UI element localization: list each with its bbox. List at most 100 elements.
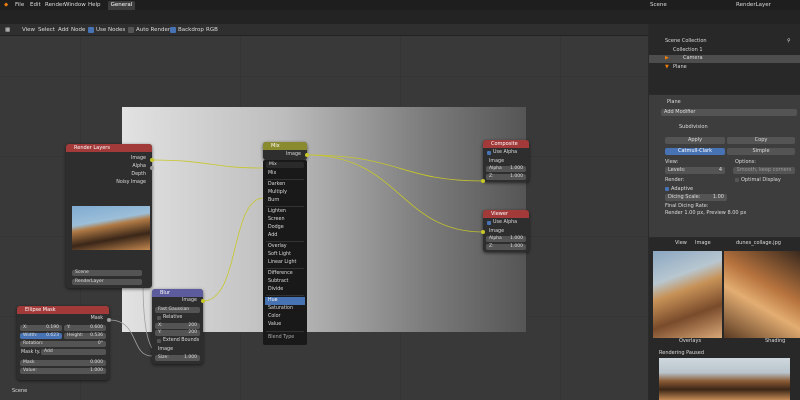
modifier-name[interactable]: Subdivision [679, 124, 708, 130]
simple-button[interactable]: Simple [727, 148, 795, 155]
ellipse-y-field[interactable]: Y: 0.600 [64, 325, 106, 331]
shading-button[interactable]: Shading [765, 338, 785, 344]
composite-input-image: Image [489, 159, 505, 164]
composite-header[interactable]: Composite [483, 140, 529, 148]
node-composite[interactable]: Composite Use Alpha Image Alpha 1.000 Z: 1… [483, 140, 529, 182]
blur-header[interactable]: Blur [152, 289, 203, 297]
optimal-display-checkbox[interactable] [735, 178, 739, 182]
camera-icon: ▶ [665, 55, 669, 61]
scene-field[interactable]: Scene [72, 270, 142, 276]
blend-item-hue[interactable]: Hue [268, 298, 278, 303]
blur-size-field[interactable]: Size: 1.000 [155, 355, 200, 361]
blend-item[interactable]: Divide [268, 287, 283, 292]
levels-field[interactable]: Levels: 4 [665, 167, 725, 174]
blend-item[interactable]: Lighten [268, 209, 286, 214]
blend-item[interactable]: Value [268, 322, 281, 327]
output-image: Image [130, 156, 146, 161]
blend-item[interactable]: Dodge [268, 225, 284, 230]
blur-input-image: Image [158, 347, 174, 352]
output-alpha: Alpha [132, 164, 146, 169]
ellipse-mask-header[interactable]: Ellipse Mask [17, 306, 109, 314]
ellipse-mask-type-select[interactable]: Add [41, 349, 106, 355]
blend-item[interactable]: Difference [268, 271, 293, 276]
blend-menu-footer: Blend Type [268, 335, 295, 340]
layer-field[interactable]: RenderLayer [72, 279, 142, 285]
blend-item[interactable]: Saturation [268, 306, 293, 311]
footer-scene-label: Scene [12, 388, 28, 394]
blend-item[interactable]: Soft Light [268, 252, 291, 257]
blend-search-field[interactable]: Mix [266, 162, 304, 168]
socket[interactable] [481, 179, 485, 183]
outliner-item-plane[interactable]: Plane [673, 64, 687, 70]
composite-alpha-field[interactable]: Alpha 1.000 [486, 166, 526, 172]
image-menu-image[interactable]: Image [695, 240, 711, 246]
node-ellipse-mask[interactable]: Ellipse Mask Mask X: 0.190 Y: 0.600 Width:… [17, 306, 109, 380]
socket[interactable] [305, 153, 309, 157]
render-preview-thumbnail [72, 206, 150, 250]
composite-use-alpha-checkbox[interactable] [487, 151, 491, 155]
socket[interactable] [107, 318, 111, 322]
viewer-input-image: Image [489, 229, 505, 234]
outliner-root[interactable]: Scene Collection [665, 38, 707, 44]
ellipse-x-field[interactable]: X: 0.190 [20, 325, 62, 331]
ellipse-mask-field[interactable]: Mask 0.000 [20, 360, 106, 366]
image-filename[interactable]: dunes_collage.jpg [736, 240, 781, 246]
blend-item[interactable]: Color [268, 314, 281, 319]
uv-smooth-select[interactable]: Smooth, keep corners [733, 167, 795, 174]
blend-item[interactable]: Mix [268, 171, 276, 176]
blur-type-select[interactable]: Fast Gaussian [155, 307, 200, 313]
blend-item[interactable]: Darken [268, 182, 285, 187]
blend-item[interactable]: Multiply [268, 190, 287, 195]
image-editor-panel: View Image dunes_collage.jpg Overlays Sh… [649, 238, 800, 400]
viewer-header[interactable]: Viewer [483, 210, 529, 218]
dicing-scale-field[interactable]: Dicing Scale: 1.00 [665, 194, 727, 201]
filter-icon[interactable]: ⚲ [787, 38, 791, 44]
socket[interactable] [481, 230, 485, 234]
socket[interactable] [150, 158, 154, 162]
outliner-collection[interactable]: Collection 1 [673, 47, 703, 53]
blend-item[interactable]: Linear Light [268, 260, 296, 265]
render-label: Render: [665, 177, 685, 183]
blur-relative-checkbox[interactable] [157, 316, 161, 320]
blend-item[interactable]: Add [268, 233, 277, 238]
mix-header[interactable]: Mix [263, 142, 307, 150]
composite-z-field[interactable]: Z: 1.000 [486, 174, 526, 180]
image-menu-view[interactable]: View [675, 240, 687, 246]
mesh-icon: ▼ [665, 64, 669, 70]
viewer-use-alpha-checkbox[interactable] [487, 221, 491, 225]
ellipse-width-field[interactable]: Width: 0.623 [20, 333, 62, 339]
viewer-z-field[interactable]: Z: 1.000 [486, 244, 526, 250]
node-viewer[interactable]: Viewer Use Alpha Image Alpha 1.000 Z: 1.00… [483, 210, 529, 252]
add-modifier-button[interactable]: Add Modifier [661, 109, 797, 116]
blur-y-field[interactable]: Y: 200 [155, 330, 200, 336]
node-blur[interactable]: Blur Image Fast Gaussian Relative X: 200 … [152, 289, 203, 364]
ellipse-height-field[interactable]: Height: 0.536 [64, 333, 106, 339]
blend-item[interactable]: Screen [268, 217, 285, 222]
node-mix[interactable]: Mix Image [263, 142, 307, 160]
overlays-button[interactable]: Overlays [679, 338, 701, 344]
copy-button[interactable]: Copy [727, 137, 795, 144]
catmull-clark-button[interactable]: Catmull-Clark [665, 148, 725, 155]
blend-item[interactable]: Overlay [268, 244, 287, 249]
blur-relative-label: Relative [163, 315, 183, 320]
apply-button[interactable]: Apply [665, 137, 725, 144]
blur-extend-checkbox[interactable] [157, 339, 161, 343]
render-layers-header[interactable]: Render Layers [66, 144, 152, 152]
viewer-alpha-field[interactable]: Alpha 1.000 [486, 236, 526, 242]
blend-item[interactable]: Subtract [268, 279, 288, 284]
socket[interactable] [150, 166, 154, 170]
ellipse-value-field[interactable]: Value: 1.000 [20, 368, 106, 374]
blend-type-dropdown[interactable]: Mix Mix Darken Multiply Burn Lighten Scr… [263, 160, 307, 345]
final-rate-value: Render 1.00 px, Preview 8.00 px [665, 210, 747, 216]
ellipse-rotation-field[interactable]: Rotation: 0° [20, 341, 106, 347]
blur-x-field[interactable]: X: 200 [155, 323, 200, 329]
outliner-item-camera[interactable]: Camera [683, 55, 703, 61]
outliner-panel: Scene Collection Collection 1 ▶ Camera ▼… [649, 24, 800, 94]
node-render-layers[interactable]: Render Layers Image Alpha Depth Noisy Im… [66, 144, 152, 288]
adaptive-checkbox[interactable] [665, 187, 669, 191]
socket[interactable] [201, 299, 205, 303]
view-layer-selector[interactable]: RenderLayer [736, 2, 771, 8]
blend-item[interactable]: Burn [268, 198, 279, 203]
object-name: Plane [667, 99, 681, 105]
scene-selector[interactable]: Scene [650, 2, 667, 8]
